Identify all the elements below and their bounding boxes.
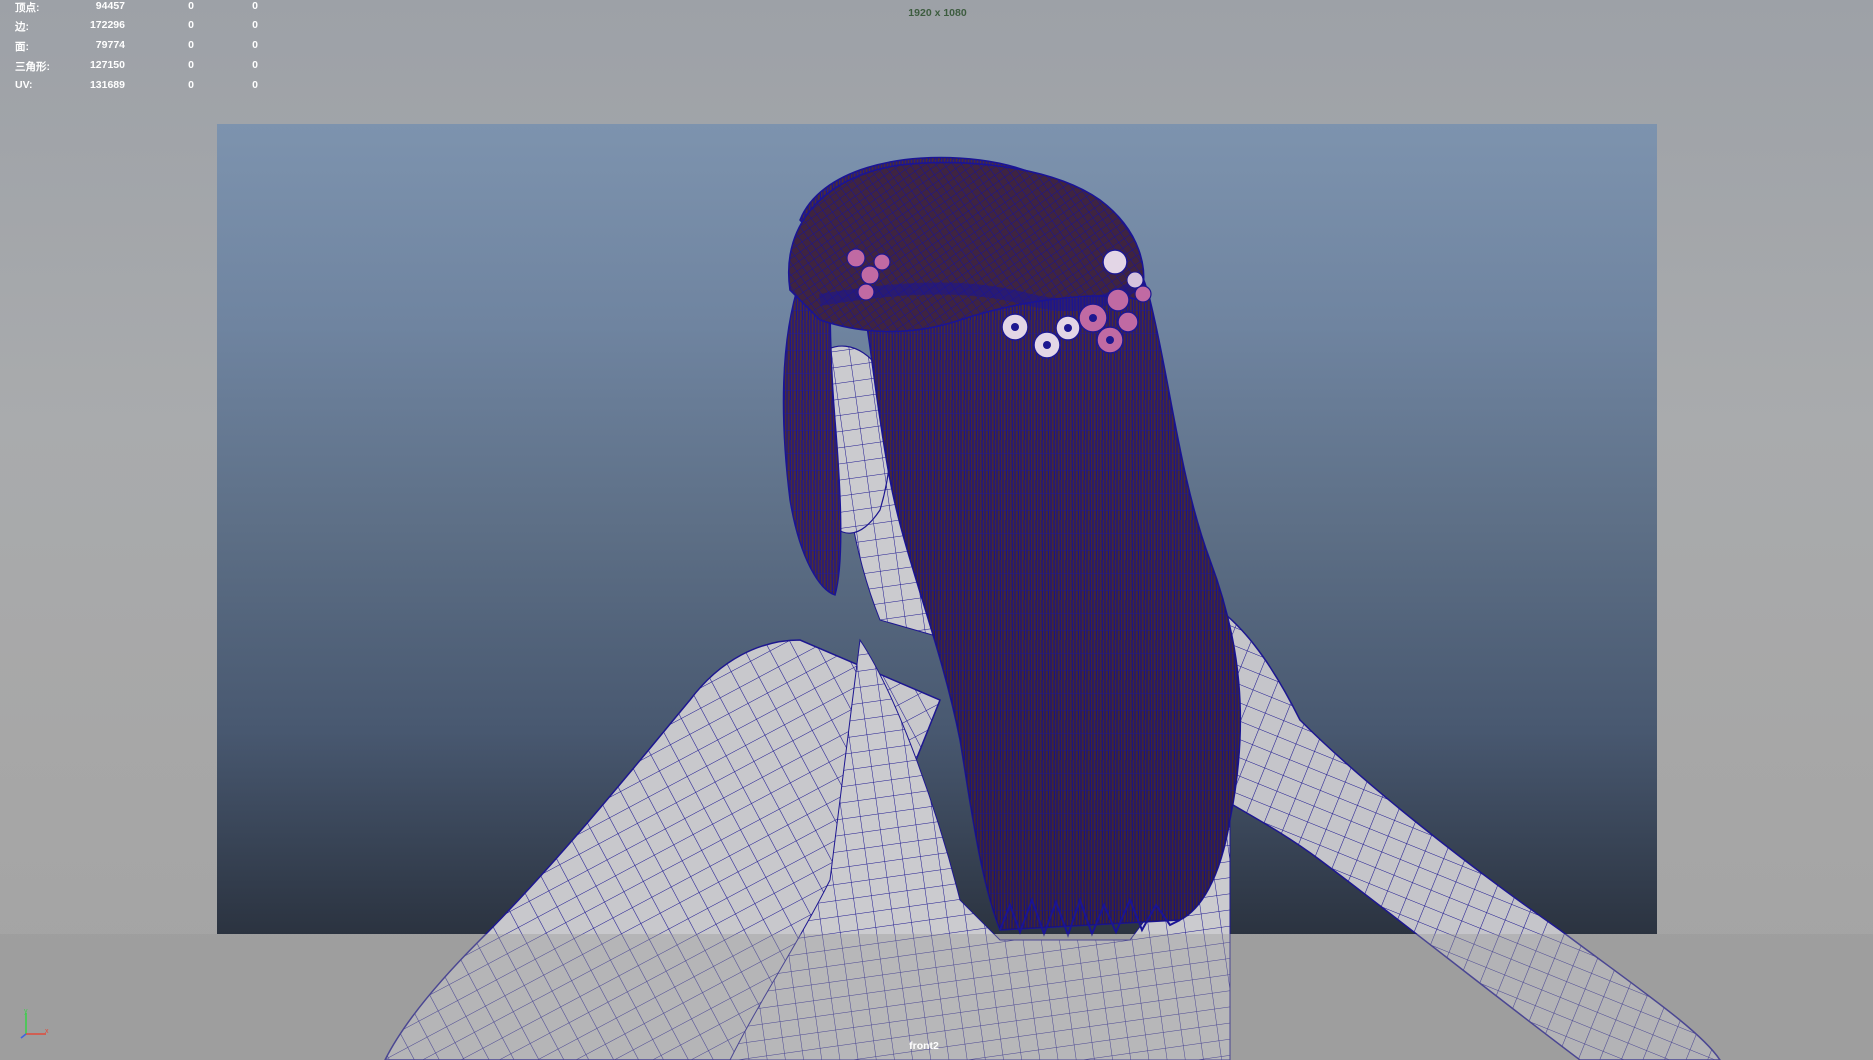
hud-value: 0: [252, 39, 258, 51]
hud-value: 0: [188, 79, 194, 91]
axis-y-label: y: [24, 1008, 28, 1015]
hud-value: 127150: [89, 59, 125, 71]
hud-value: 131689: [89, 79, 125, 91]
hud-value: 0: [188, 39, 194, 51]
hud-row-vertices: 顶点: 94457 0 0: [0, 0, 270, 16]
hud-value: 0: [188, 0, 194, 12]
hud-value: 79774: [95, 39, 125, 51]
hud-row-edges: 边: 172296 0 0: [0, 19, 270, 35]
hud-value: 0: [188, 19, 194, 31]
hud-value: 0: [252, 59, 258, 71]
hud-value: 0: [252, 0, 258, 12]
hud-label: 顶点:: [15, 2, 40, 14]
hud-row-faces: 面: 79774 0 0: [0, 39, 270, 55]
resolution-gate-label: 1920 x 1080: [908, 7, 967, 19]
wireframe-model[interactable]: [0, 0, 1873, 1060]
camera-name-label: front2: [909, 1040, 939, 1052]
maya-viewport[interactable]: 顶点: 94457 0 0 边: 172296 0 0 面: 79774 0 0…: [0, 0, 1873, 1060]
hud-label: UV:: [15, 79, 33, 91]
view-axis-icon: y x: [20, 1008, 49, 1039]
hud-value: 94457: [95, 0, 125, 12]
hud-row-triangles: 三角形: 127150 0 0: [0, 59, 270, 75]
hud-label: 边:: [15, 21, 29, 33]
hud-value: 172296: [89, 19, 125, 31]
hud-label: 三角形:: [15, 61, 50, 73]
axis-x-label: x: [45, 1028, 49, 1035]
hud-value: 0: [252, 19, 258, 31]
hud-label: 面:: [15, 41, 29, 53]
hud-value: 0: [188, 59, 194, 71]
hud-row-uvs: UV: 131689 0 0: [0, 79, 270, 95]
hud-value: 0: [252, 79, 258, 91]
